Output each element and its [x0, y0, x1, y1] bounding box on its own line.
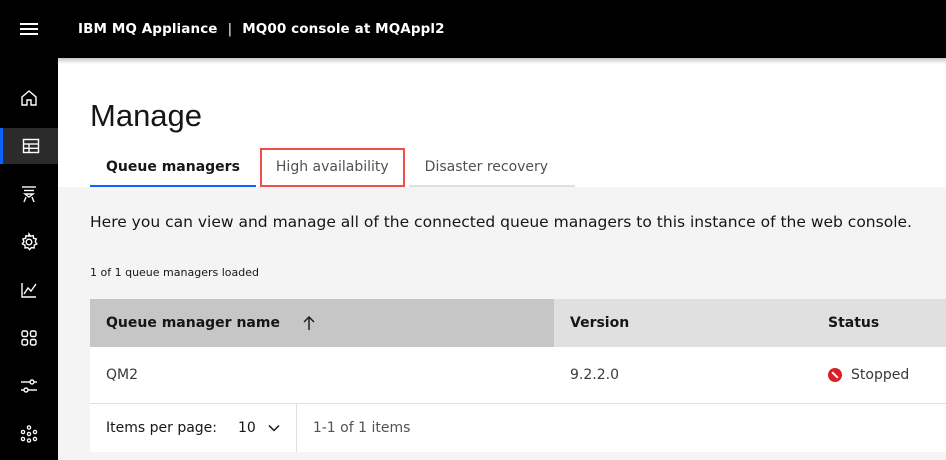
- sidebar-item-configure[interactable]: [0, 368, 58, 404]
- items-per-page: Items per page: 10: [90, 404, 297, 452]
- pagination: Items per page: 10 1-1 of 1 items: [90, 404, 946, 452]
- column-header-version[interactable]: Version: [554, 299, 812, 347]
- sidebar-item-queues[interactable]: [0, 176, 58, 212]
- gear-icon: [21, 232, 38, 251]
- cell-status: Stopped: [812, 347, 946, 403]
- tab-panel: Here you can view and manage all of the …: [58, 187, 946, 460]
- table-icon: [22, 138, 39, 154]
- items-per-page-label: Items per page:: [106, 420, 218, 436]
- arrow-up-icon: [302, 315, 316, 331]
- pagination-range: 1-1 of 1 items: [312, 420, 411, 436]
- app-title[interactable]: IBM MQ Appliance | MQ00 console at MQAppl2: [78, 21, 445, 37]
- main-area: Manage Queue managers High availability …: [58, 58, 946, 460]
- cell-queue-manager-name[interactable]: QM2: [90, 347, 554, 403]
- tab-list: Queue managers High availability Disaste…: [90, 148, 575, 187]
- items-per-page-select[interactable]: 10: [238, 420, 280, 436]
- sidebar-item-apps[interactable]: [0, 320, 58, 356]
- cell-version: 9.2.2.0: [570, 367, 619, 383]
- console-name: MQ00 console at MQAppl2: [242, 21, 445, 37]
- column-header-status[interactable]: Status: [812, 299, 946, 347]
- sidebar-item-settings[interactable]: [0, 224, 58, 260]
- queue-managers-table: Queue manager name Version Status QM2 9.…: [90, 299, 946, 452]
- sidebar-item-metrics[interactable]: [0, 272, 58, 308]
- table-row[interactable]: QM2 9.2.2.0 Stopped: [90, 347, 946, 404]
- top-bar: IBM MQ Appliance | MQ00 console at MQAppl2: [0, 0, 946, 58]
- apps-icon: [21, 330, 37, 346]
- sliders-icon: [21, 379, 37, 393]
- title-separator: |: [227, 21, 233, 37]
- sidebar-item-home[interactable]: [0, 80, 58, 116]
- tab-high-availability[interactable]: High availability: [259, 148, 405, 187]
- tab-disaster-recovery[interactable]: Disaster recovery: [408, 148, 575, 187]
- table-header: Queue manager name Version Status: [90, 299, 946, 347]
- header-shadow: [58, 58, 946, 64]
- status-label: Stopped: [851, 367, 910, 383]
- queue-icon: [22, 186, 36, 203]
- sidebar-item-manage[interactable]: [0, 128, 58, 164]
- chart-line-icon: [21, 283, 37, 298]
- network-icon: [20, 425, 38, 443]
- sidebar: [0, 58, 58, 460]
- sidebar-item-network[interactable]: [0, 416, 58, 452]
- menu-icon[interactable]: [0, 0, 58, 58]
- loaded-count: 1 of 1 queue managers loaded: [90, 266, 259, 279]
- page-description: Here you can view and manage all of the …: [90, 213, 912, 231]
- chevron-down-icon: [268, 424, 280, 432]
- column-header-name[interactable]: Queue manager name: [90, 299, 554, 347]
- items-per-page-value: 10: [238, 420, 256, 436]
- column-header-name-label: Queue manager name: [106, 315, 280, 331]
- home-icon: [21, 90, 37, 106]
- stopped-icon: [828, 368, 842, 382]
- page-title: Manage: [90, 98, 203, 133]
- product-name: IBM MQ Appliance: [78, 21, 218, 37]
- tab-queue-managers[interactable]: Queue managers: [90, 148, 256, 187]
